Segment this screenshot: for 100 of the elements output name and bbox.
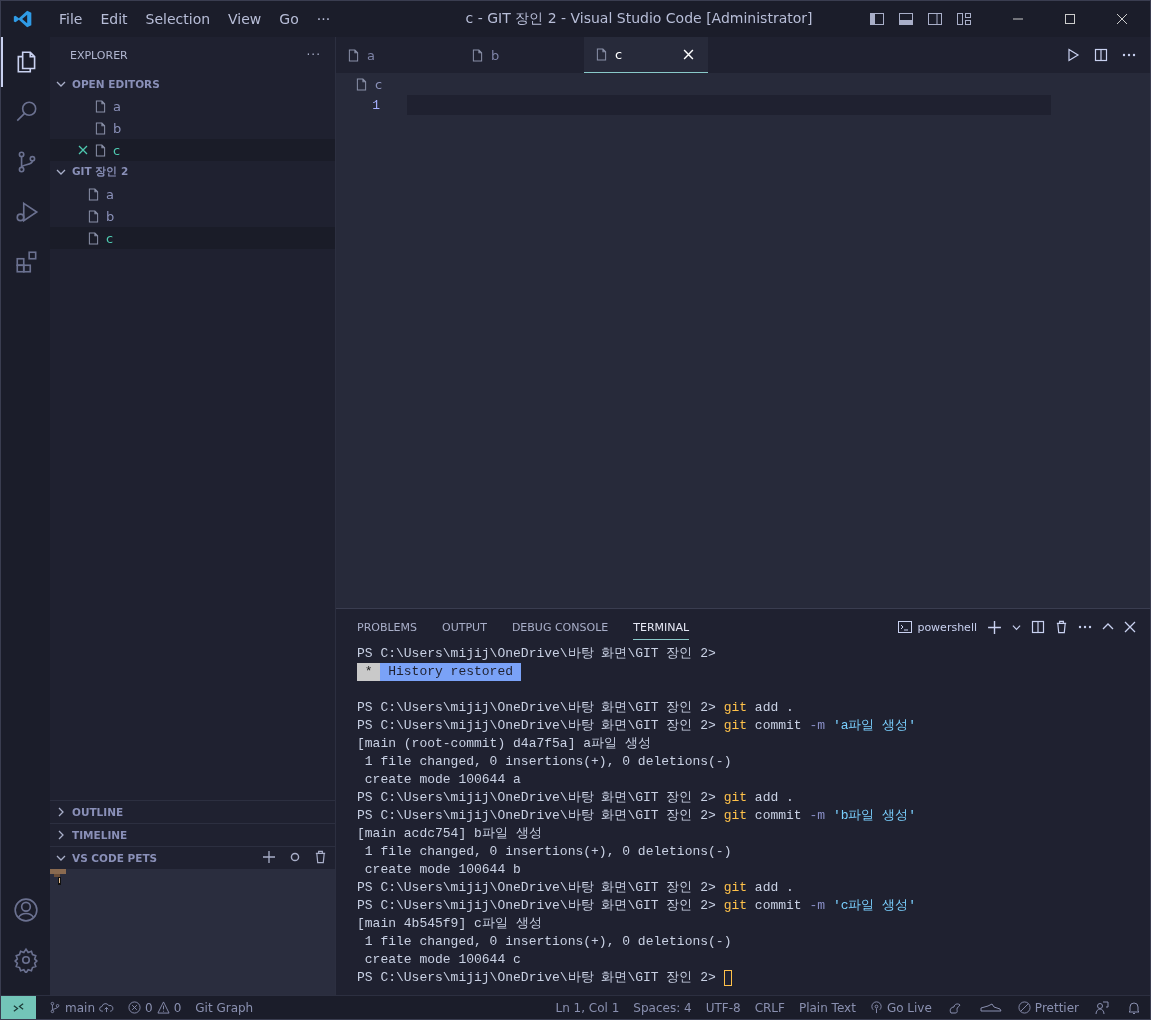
file-icon (356, 77, 367, 91)
language-mode-button[interactable]: Plain Text (791, 1000, 863, 1015)
split-terminal-icon[interactable] (1031, 620, 1045, 634)
terminal-text: commit (753, 717, 803, 735)
sidebar-toggle-icon[interactable] (869, 11, 885, 27)
shoe-icon[interactable] (979, 1002, 1002, 1013)
terminal-text: PS C:\Users\mijij\OneDrive\바탕 화면\GIT 장인 2> (357, 807, 717, 825)
file-icon (95, 143, 106, 157)
terminal-selector[interactable]: powershell (897, 619, 977, 635)
terminal-text: PS C:\Users\mijij\OneDrive\바탕 화면\GIT 장인 2> (357, 897, 717, 915)
terminal-icon (897, 619, 914, 635)
command-string: 'c파일 생성' (831, 897, 917, 915)
problems-button[interactable]: 0 0 (121, 1000, 189, 1015)
git-graph-button[interactable]: Git Graph (188, 1000, 261, 1015)
menu-item[interactable]: File (50, 11, 92, 27)
chevron-down-icon[interactable] (56, 167, 66, 177)
close-icon[interactable] (78, 145, 88, 155)
menu-item[interactable]: ··· (307, 11, 340, 27)
terminal-text: PS C:\Users\mijij\OneDrive\바탕 화면\GIT 장인 2> (357, 645, 716, 663)
chevron-right-icon[interactable] (56, 830, 66, 840)
run-icon[interactable] (1066, 48, 1080, 62)
split-editor-icon[interactable] (1094, 48, 1108, 62)
feedback-icon[interactable] (1095, 1000, 1109, 1015)
breadcrumb[interactable]: c (375, 76, 383, 92)
section-header[interactable]: TIMELINE (50, 823, 335, 846)
file-icon (88, 209, 99, 223)
panel-tab[interactable]: TERMINAL (633, 614, 690, 640)
workspace-file-entry[interactable]: a (50, 183, 335, 205)
close-icon[interactable] (1124, 621, 1136, 633)
terminal-text: [main (root-commit) d4a7f5a] a파일 생성 (357, 735, 651, 753)
panel-tab[interactable]: DEBUG CONSOLE (511, 614, 609, 640)
menu-item[interactable]: Go (270, 11, 308, 27)
line-ending-button[interactable]: CRLF (747, 1000, 792, 1015)
prettier-button[interactable]: Prettier (1010, 1000, 1086, 1015)
terminal-text: create mode 100644 b (363, 861, 521, 879)
branch-button[interactable]: main (42, 1000, 121, 1015)
cloud-upload-icon (99, 1002, 114, 1013)
add-icon[interactable] (987, 619, 1002, 635)
broadcast-icon (869, 1001, 883, 1014)
command-flag-text: -m (809, 717, 826, 735)
line-number: 1 (371, 97, 380, 113)
file-icon (88, 231, 99, 245)
panel-tab[interactable]: PROBLEMS (357, 614, 418, 640)
remote-button[interactable] (1, 996, 36, 1019)
encoding-button[interactable]: UTF-8 (698, 1000, 748, 1015)
maximize-icon[interactable] (1064, 13, 1076, 25)
open-editor-item[interactable]: b (50, 117, 335, 139)
bell-icon[interactable] (1127, 1000, 1141, 1015)
account-icon[interactable] (12, 897, 39, 923)
terminal-text: PS C:\Users\mijij\OneDrive\바탕 화면\GIT 장인 2> (357, 699, 717, 717)
trash-icon[interactable] (314, 850, 327, 864)
terminal-text: add . (753, 789, 794, 807)
close-icon[interactable] (1116, 13, 1128, 25)
workspace-file-entry[interactable]: b (50, 205, 335, 227)
terminal-text: 1 file changed, 0 insertions(+), 0 deletions(-) (363, 753, 732, 771)
layout-icon[interactable] (956, 11, 972, 27)
circle-icon[interactable] (290, 852, 300, 862)
editor-tab[interactable]: a (336, 37, 460, 73)
section-header[interactable]: OUTLINE (50, 800, 335, 823)
secondary-sidebar-icon[interactable] (927, 11, 943, 27)
section-header[interactable]: OPEN EDITORS (50, 73, 335, 95)
chevron-right-icon[interactable] (56, 807, 66, 817)
terminal-text: create mode 100644 a (363, 771, 521, 789)
more-actions-button[interactable]: ··· (306, 48, 321, 62)
settings-icon[interactable] (12, 947, 39, 973)
terminal-text: commit (753, 897, 803, 915)
command-flag-text: -m (809, 897, 826, 915)
chevron-down-icon[interactable] (1012, 622, 1021, 632)
editor-tab[interactable]: b (460, 37, 584, 73)
terminal-text: commit (753, 807, 803, 825)
menu-item[interactable]: Edit (91, 11, 137, 27)
terminal-text: PS C:\Users\mijij\OneDrive\바탕 화면\GIT 장인 2> (357, 717, 717, 735)
command-keyword: git (723, 789, 748, 807)
add-icon[interactable] (262, 850, 276, 864)
command-keyword: git (723, 897, 748, 915)
open-editor-item[interactable]: a (50, 95, 335, 117)
terminal-text: [main 4b545f9] c파일 생성 (357, 915, 542, 933)
terminal-text: [main acdc754] b파일 생성 (357, 825, 542, 843)
chevron-down-icon[interactable] (56, 79, 66, 89)
menu-item[interactable]: View (219, 11, 271, 27)
chevron-down-icon[interactable] (56, 853, 66, 863)
file-icon (348, 48, 359, 62)
file-icon (95, 121, 106, 135)
terminal-text: PS C:\Users\mijij\OneDrive\바탕 화면\GIT 장인 2> (357, 789, 717, 807)
terminal-text: create mode 100644 c (363, 951, 521, 969)
go-live-button[interactable]: Go Live (862, 1000, 939, 1015)
panel-toggle-icon[interactable] (898, 11, 914, 27)
cursor-position[interactable]: Ln 1, Col 1 (548, 1000, 627, 1015)
indentation-button[interactable]: Spaces: 4 (626, 1000, 699, 1015)
command-keyword: git (723, 699, 748, 717)
editor-tab[interactable]: c (584, 37, 708, 73)
panel-tab[interactable]: OUTPUT (442, 614, 487, 640)
terminal-text: add . (753, 879, 794, 897)
menu-item[interactable]: Selection (136, 11, 220, 27)
command-string: 'a파일 생성' (831, 717, 917, 735)
trash-icon[interactable] (1055, 620, 1068, 634)
open-editor-item[interactable]: c (50, 139, 335, 161)
workspace-file-entry[interactable]: c (50, 227, 335, 249)
section-header[interactable]: GIT 장인 2 (50, 161, 335, 183)
sidebar-title: EXPLORER (70, 48, 128, 62)
